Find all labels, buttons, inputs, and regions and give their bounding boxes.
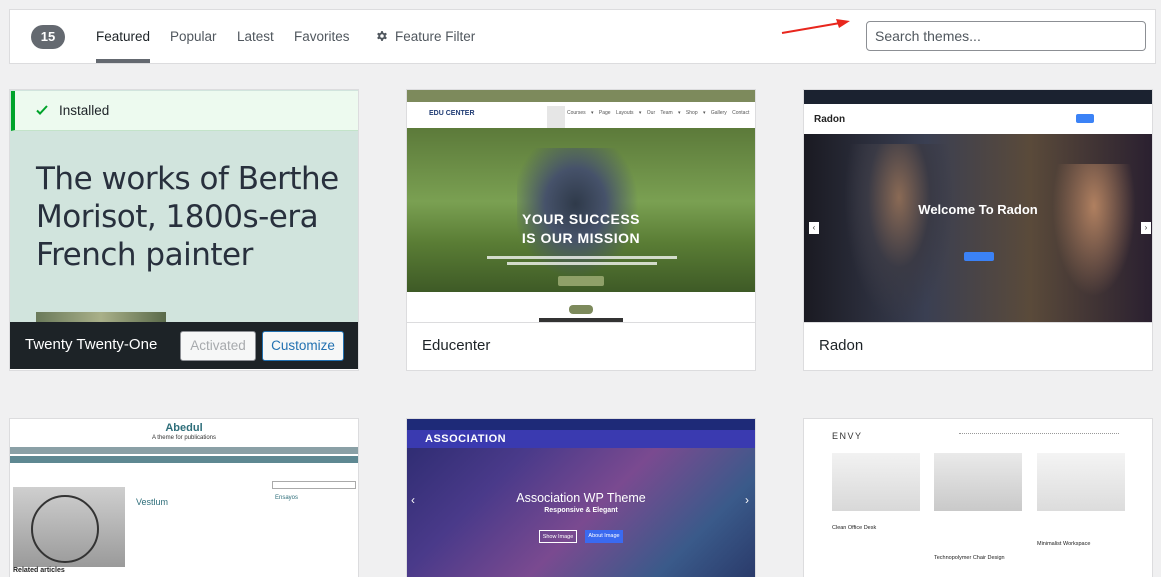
tab-favorites[interactable]: Favorites	[294, 10, 350, 63]
preview-sidebar-heading: Ensayos	[275, 495, 299, 501]
theme-screenshot[interactable]: Abedul A theme for publications Vestlum …	[10, 419, 358, 577]
preview-related: Related articles	[13, 567, 65, 574]
preview-prev-icon: ‹	[411, 493, 415, 507]
preview-button-1: Show Image	[539, 530, 577, 543]
theme-screenshot[interactable]: Radon Welcome To Radon ‹ ›	[804, 90, 1152, 322]
preview-prev-icon: ‹	[809, 222, 819, 234]
gear-icon	[377, 31, 387, 41]
theme-screenshot[interactable]: ASSOCIATION Association WP Theme Respons…	[407, 419, 755, 577]
preview-logo: Radon	[814, 114, 846, 125]
theme-name: Radon	[819, 337, 864, 354]
theme-card-educenter[interactable]: EDU CENTER Courses ▾ Page Layouts ▾ Our …	[406, 89, 756, 371]
activated-button: Activated	[180, 331, 256, 361]
preview-navbar: EDU CENTER Courses ▾ Page Layouts ▾ Our …	[407, 102, 755, 128]
theme-card-twenty-twenty-one[interactable]: The works of Berthe Morisot, 1800s-era F…	[9, 89, 359, 371]
preview-menu: Courses ▾ Page Layouts ▾ Our Team ▾ Shop…	[567, 110, 750, 116]
theme-screenshot[interactable]: EDU CENTER Courses ▾ Page Layouts ▾ Our …	[407, 90, 755, 322]
preview-logo: EDU CENTER	[429, 110, 475, 117]
preview-image	[36, 312, 166, 322]
preview-image	[13, 487, 125, 567]
preview-headline: Welcome To Radon	[918, 202, 1038, 217]
preview-image-3	[1037, 453, 1125, 511]
theme-name-bar: Twenty Twenty-One Activated Customize	[10, 322, 358, 369]
checkmark-icon	[36, 105, 48, 115]
preview-topbar	[804, 90, 1152, 104]
preview-post-3: Minimalist Workspace	[1037, 541, 1091, 547]
preview-post-title: Vestlum	[136, 497, 169, 507]
preview-image-1	[832, 453, 920, 511]
installed-label: Installed	[59, 103, 110, 118]
preview-logo: ASSOCIATION	[425, 433, 507, 445]
preview-button	[964, 252, 994, 261]
preview-headline: Association WP Theme	[516, 491, 646, 505]
feature-filter-label: Feature Filter	[395, 29, 476, 44]
theme-name-bar: Educenter	[407, 322, 755, 369]
feature-filter-button[interactable]: Feature Filter	[375, 10, 475, 63]
preview-button-2: About Image	[585, 530, 623, 543]
theme-name: Educenter	[422, 337, 491, 354]
preview-topbar	[407, 90, 755, 102]
preview-post-1: Clean Office Desk	[832, 525, 877, 531]
preview-image-2	[934, 453, 1022, 511]
preview-button-2-label: About Image	[588, 533, 620, 539]
theme-screenshot[interactable]: ENVY Clean Office Desk Technopolymer Cha…	[804, 419, 1152, 577]
tab-featured[interactable]: Featured	[96, 10, 151, 63]
customize-button[interactable]: Customize	[262, 331, 344, 361]
preview-title: The works of Berthe Morisot, 1800s-era F…	[36, 161, 339, 273]
preview-button-1-label: Show Image	[542, 534, 574, 540]
annotation-arrow-icon	[781, 19, 850, 34]
preview-logo: ENVY	[832, 431, 863, 441]
theme-card-envy[interactable]: ENVY Clean Office Desk Technopolymer Cha…	[803, 418, 1153, 577]
preview-menu	[959, 433, 1119, 437]
preview-search	[272, 481, 356, 489]
preview-subtext	[487, 256, 677, 265]
preview-headline: YOUR SUCCESS IS OUR MISSION	[521, 211, 641, 246]
preview-subhead: Responsive & Elegant	[544, 507, 618, 514]
theme-count-badge: 15	[31, 25, 65, 49]
search-themes-input[interactable]	[866, 21, 1146, 51]
preview-tagline: A theme for publications	[151, 435, 217, 441]
installed-notice: Installed	[11, 91, 358, 131]
tab-popular[interactable]: Popular	[170, 10, 217, 63]
tab-latest[interactable]: Latest	[237, 10, 274, 63]
theme-name: Twenty Twenty-One	[25, 336, 158, 353]
preview-navbar: ASSOCIATION	[407, 430, 755, 448]
preview-next-icon: ›	[1141, 222, 1151, 234]
preview-navbar	[10, 447, 358, 454]
preview-pill	[569, 305, 593, 314]
theme-card-association[interactable]: ASSOCIATION Association WP Theme Respons…	[406, 418, 756, 577]
preview-navbar: Radon	[804, 104, 1152, 134]
theme-card-abedul[interactable]: Abedul A theme for publications Vestlum …	[9, 418, 359, 577]
theme-filter-bar: 15 Featured Popular Latest Favorites Fea…	[9, 9, 1156, 64]
preview-topbar	[407, 419, 755, 430]
preview-home-tab	[547, 106, 565, 128]
preview-subnav	[10, 456, 358, 463]
preview-post-2: Technopolymer Chair Design	[934, 555, 1005, 561]
preview-hero	[804, 134, 1152, 322]
theme-card-radon[interactable]: Radon Welcome To Radon ‹ › Radon	[803, 89, 1153, 371]
theme-name-bar: Radon	[804, 322, 1152, 369]
preview-next-icon: ›	[745, 493, 749, 507]
preview-title: Abedul	[165, 422, 203, 434]
preview-button	[558, 276, 604, 286]
preview-hero: YOUR SUCCESS IS OUR MISSION	[407, 128, 755, 292]
preview-nav-button	[1076, 114, 1094, 123]
